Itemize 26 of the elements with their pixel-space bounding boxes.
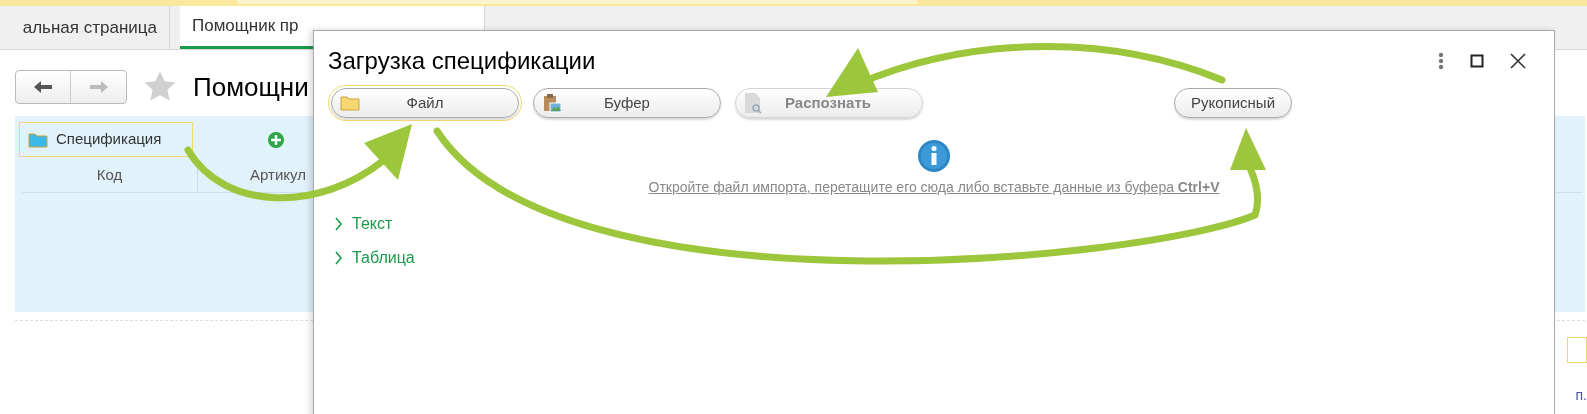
forward-arrow-icon: [88, 80, 109, 94]
chevron-icon: [334, 251, 344, 265]
folder-icon: [340, 95, 360, 111]
import-hint: Откройте файл импорта, перетащите его сюда либо вставьте данные из буфера Ctrl+V: [648, 178, 1220, 197]
back-arrow-icon: [33, 80, 53, 94]
clipboard-icon: [542, 93, 562, 113]
chevron-icon: [334, 217, 344, 231]
handwritten-button[interactable]: Рукописный: [1174, 88, 1292, 118]
close-icon[interactable]: [1510, 53, 1526, 69]
group-expander[interactable]: Текст: [334, 212, 393, 236]
tab[interactable]: альная страница: [0, 6, 170, 49]
file-button[interactable]: Файл: [331, 88, 519, 118]
group-expander[interactable]: Таблица: [334, 246, 415, 270]
add-icon[interactable]: [267, 130, 285, 149]
page-title: Помощни: [193, 70, 309, 104]
dialog-title: Загрузка спецификации: [328, 46, 596, 76]
folder-icon: [28, 131, 48, 148]
document-search-icon: [744, 92, 762, 114]
info-icon: [917, 139, 951, 173]
more-icon[interactable]: [1438, 52, 1444, 70]
clipboard-button[interactable]: Буфер: [533, 88, 721, 118]
link[interactable]: п.: [1575, 385, 1587, 406]
specification-button[interactable]: Спецификация: [19, 122, 193, 157]
maximize-icon[interactable]: [1470, 54, 1484, 68]
column-header[interactable]: Код: [22, 159, 198, 192]
field-fragment[interactable]: [1567, 337, 1587, 363]
